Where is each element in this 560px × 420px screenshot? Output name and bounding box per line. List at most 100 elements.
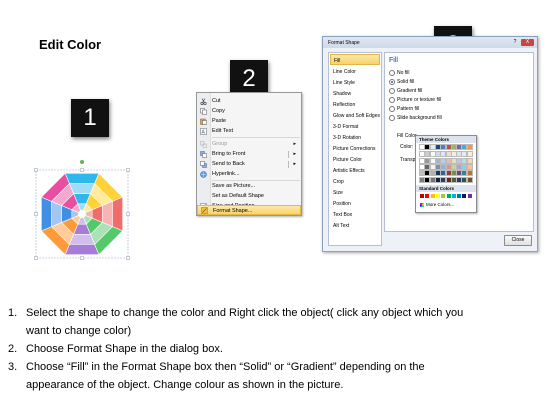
rotate-handle[interactable] — [80, 160, 84, 164]
theme-color-swatch[interactable] — [450, 151, 457, 158]
standard-color-swatch[interactable] — [430, 194, 435, 198]
menu-item-edit-text[interactable]: A Edit Text — [197, 126, 301, 137]
theme-color-swatch[interactable] — [440, 163, 447, 170]
theme-color-swatch[interactable] — [434, 163, 441, 170]
theme-color-swatch[interactable] — [434, 151, 441, 158]
theme-color-swatch[interactable] — [424, 157, 431, 164]
theme-color-swatch[interactable] — [466, 176, 473, 183]
theme-color-swatch[interactable] — [466, 151, 473, 158]
nav-item-picture-corrections[interactable]: Picture Corrections — [330, 143, 380, 154]
theme-color-swatch[interactable] — [450, 170, 457, 177]
dialog-titlebar[interactable]: Format Shape ? X — [323, 37, 537, 48]
close-window-button[interactable]: X — [521, 39, 534, 46]
radio-pattern-fill[interactable] — [389, 106, 395, 112]
nav-item-3d-rotation[interactable]: 3-D Rotation — [330, 132, 380, 143]
theme-color-swatch[interactable] — [461, 157, 468, 164]
theme-color-swatch[interactable] — [424, 176, 431, 183]
standard-color-swatch[interactable] — [441, 194, 446, 198]
theme-color-swatch[interactable] — [440, 144, 447, 150]
theme-color-swatch[interactable] — [419, 163, 425, 170]
radio-picture-fill[interactable] — [389, 97, 395, 103]
theme-color-swatch[interactable] — [461, 170, 468, 177]
theme-color-swatch[interactable] — [466, 144, 473, 150]
resize-handle[interactable] — [80, 256, 84, 260]
theme-color-swatch[interactable] — [466, 170, 473, 177]
theme-color-swatch[interactable] — [429, 163, 436, 170]
radio-no-fill[interactable] — [389, 70, 395, 76]
theme-color-swatch[interactable] — [424, 151, 431, 158]
theme-color-swatch[interactable] — [440, 170, 447, 177]
radio-slide-background-fill[interactable] — [389, 115, 395, 121]
resize-handle[interactable] — [34, 168, 38, 172]
nav-item-crop[interactable]: Crop — [330, 176, 380, 187]
theme-color-swatch[interactable] — [429, 170, 436, 177]
theme-color-swatch[interactable] — [419, 144, 425, 150]
standard-color-swatch[interactable] — [457, 194, 462, 198]
theme-color-swatch[interactable] — [450, 144, 457, 150]
theme-color-swatch[interactable] — [466, 163, 473, 170]
theme-color-swatch[interactable] — [461, 151, 468, 158]
theme-color-swatch[interactable] — [434, 144, 441, 150]
resize-handle[interactable] — [80, 168, 84, 172]
nav-item-glow[interactable]: Glow and Soft Edges — [330, 110, 380, 121]
theme-color-swatch[interactable] — [419, 170, 425, 177]
standard-color-swatch[interactable] — [467, 194, 472, 198]
nav-item-line-color[interactable]: Line Color — [330, 66, 380, 77]
theme-color-swatch[interactable] — [450, 157, 457, 164]
theme-color-swatch[interactable] — [429, 151, 436, 158]
theme-color-swatch[interactable] — [445, 163, 452, 170]
resize-handle[interactable] — [34, 256, 38, 260]
resize-handle[interactable] — [126, 168, 130, 172]
theme-color-swatch[interactable] — [424, 144, 431, 150]
theme-color-swatch[interactable] — [424, 163, 431, 170]
theme-color-swatch[interactable] — [445, 157, 452, 164]
theme-color-swatch[interactable] — [440, 176, 447, 183]
resize-handle[interactable] — [126, 256, 130, 260]
theme-color-swatch[interactable] — [456, 176, 463, 183]
octagon-shape[interactable] — [33, 158, 131, 260]
nav-item-fill[interactable]: Fill — [330, 54, 380, 65]
theme-color-swatch[interactable] — [419, 151, 425, 158]
theme-color-swatch[interactable] — [456, 151, 463, 158]
theme-color-swatch[interactable] — [429, 144, 436, 150]
nav-item-alt-text[interactable]: Alt Text — [330, 220, 380, 231]
theme-color-swatch[interactable] — [456, 170, 463, 177]
nav-item-line-style[interactable]: Line Style — [330, 77, 380, 88]
theme-color-swatch[interactable] — [424, 170, 431, 177]
standard-color-swatch[interactable] — [435, 194, 440, 198]
theme-color-swatch[interactable] — [456, 144, 463, 150]
nav-item-size[interactable]: Size — [330, 187, 380, 198]
close-button[interactable]: Close — [504, 235, 532, 246]
theme-color-swatch[interactable] — [461, 163, 468, 170]
theme-color-swatch[interactable] — [466, 157, 473, 164]
menu-item-format-shape[interactable]: Format Shape... — [197, 205, 301, 215]
more-colors-button[interactable]: More Colors... — [420, 202, 454, 207]
standard-color-swatch[interactable] — [420, 194, 424, 198]
theme-color-swatch[interactable] — [419, 176, 425, 183]
theme-color-swatch[interactable] — [434, 170, 441, 177]
theme-color-swatch[interactable] — [445, 170, 452, 177]
nav-item-shadow[interactable]: Shadow — [330, 88, 380, 99]
theme-color-swatch[interactable] — [419, 157, 425, 164]
resize-handle[interactable] — [126, 212, 130, 216]
menu-item-hyperlink[interactable]: Hyperlink... — [197, 169, 301, 180]
theme-color-swatch[interactable] — [461, 144, 468, 150]
standard-color-swatch[interactable] — [462, 194, 467, 198]
submenu-arrow-icon[interactable]: ▸ — [293, 151, 296, 157]
nav-item-3d-format[interactable]: 3-D Format — [330, 121, 380, 132]
nav-item-text-box[interactable]: Text Box — [330, 209, 380, 220]
theme-color-swatch[interactable] — [440, 151, 447, 158]
radio-gradient-fill[interactable] — [389, 88, 395, 94]
theme-color-swatch[interactable] — [461, 176, 468, 183]
standard-color-swatch[interactable] — [446, 194, 451, 198]
theme-color-swatch[interactable] — [445, 144, 452, 150]
theme-color-swatch[interactable] — [434, 176, 441, 183]
standard-color-swatch[interactable] — [425, 194, 430, 198]
submenu-arrow-icon[interactable]: ▸ — [293, 161, 296, 167]
theme-color-swatch[interactable] — [434, 157, 441, 164]
nav-item-picture-color[interactable]: Picture Color — [330, 154, 380, 165]
theme-color-swatch[interactable] — [445, 151, 452, 158]
radio-solid-fill[interactable] — [389, 79, 395, 85]
nav-item-position[interactable]: Position — [330, 198, 380, 209]
theme-color-swatch[interactable] — [456, 163, 463, 170]
